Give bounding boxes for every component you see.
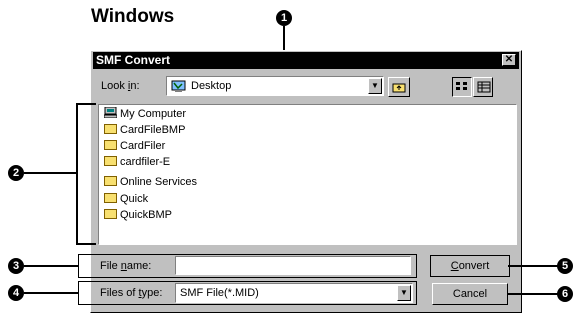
- dropdown-arrow-icon[interactable]: ▼: [397, 285, 411, 301]
- list-item[interactable]: Quick: [104, 192, 148, 207]
- list-item[interactable]: CardFileBMP: [104, 123, 185, 138]
- callout-4: 4: [8, 285, 24, 301]
- look-in-value: Desktop: [191, 80, 232, 92]
- callout-2-leader: [24, 172, 78, 174]
- file-name-input[interactable]: [175, 256, 411, 275]
- list-item-label: Online Services: [120, 176, 198, 188]
- list-item-label: CardFiler: [120, 140, 166, 152]
- look-in-dropdown[interactable]: Desktop ▼: [166, 76, 384, 96]
- list-item-label: cardfiler-E: [120, 156, 171, 168]
- up-folder-icon: [392, 83, 406, 93]
- section-heading: Windows: [91, 6, 175, 27]
- list-view-button[interactable]: [452, 77, 472, 97]
- desktop-icon: [171, 80, 186, 92]
- callout-2-bracket: [76, 103, 78, 245]
- callout-4-leader: [24, 292, 78, 294]
- folder-icon: [104, 140, 117, 150]
- dropdown-arrow-icon[interactable]: ▼: [368, 78, 382, 94]
- list-item[interactable]: My Computer: [104, 107, 186, 122]
- list-item[interactable]: cardfiler-E: [104, 155, 170, 170]
- list-item-label: My Computer: [120, 108, 187, 120]
- list-item-label: Quick: [120, 193, 149, 205]
- files-of-type-value: SMF File(*.MID): [180, 287, 259, 299]
- callout-2-bracket-bottom: [76, 243, 96, 245]
- close-button[interactable]: ✕: [502, 54, 516, 66]
- list-item-label: QuickBMP: [120, 209, 172, 221]
- look-in-label: Look in:: [101, 80, 140, 92]
- files-of-type-label: Files of type:: [100, 287, 163, 299]
- folder-icon: [104, 209, 117, 219]
- callout-5: 5: [557, 258, 573, 274]
- callout-3: 3: [8, 258, 24, 274]
- callout-6: 6: [557, 286, 573, 302]
- details-view-icon: [477, 81, 491, 93]
- dialog-title: SMF Convert: [96, 53, 171, 67]
- folder-icon: [104, 176, 117, 186]
- callout-6-leader: [508, 293, 558, 295]
- list-item[interactable]: CardFiler: [104, 139, 165, 154]
- folder-icon: [104, 124, 117, 134]
- folder-icon: [104, 156, 117, 166]
- convert-button[interactable]: Convert: [430, 255, 510, 277]
- files-of-type-dropdown[interactable]: SMF File(*.MID) ▼: [175, 283, 413, 303]
- callout-5-leader: [508, 265, 558, 267]
- callout-3-leader: [24, 265, 78, 267]
- callout-1: 1: [276, 10, 292, 26]
- up-one-level-button[interactable]: [388, 77, 410, 97]
- callout-2-bracket-top: [76, 103, 96, 105]
- list-item[interactable]: Online Services: [104, 175, 197, 190]
- file-name-label: File name:: [100, 260, 152, 272]
- list-item-label: CardFileBMP: [120, 124, 186, 136]
- cancel-button[interactable]: Cancel: [432, 283, 508, 305]
- list-view-icon: [456, 82, 467, 90]
- folder-icon: [104, 193, 117, 203]
- file-list[interactable]: My Computer CardFileBMP CardFiler cardfi…: [98, 104, 517, 245]
- computer-icon: [104, 107, 117, 118]
- details-view-button[interactable]: [473, 77, 493, 97]
- list-item[interactable]: QuickBMP: [104, 208, 172, 223]
- callout-2: 2: [8, 165, 24, 181]
